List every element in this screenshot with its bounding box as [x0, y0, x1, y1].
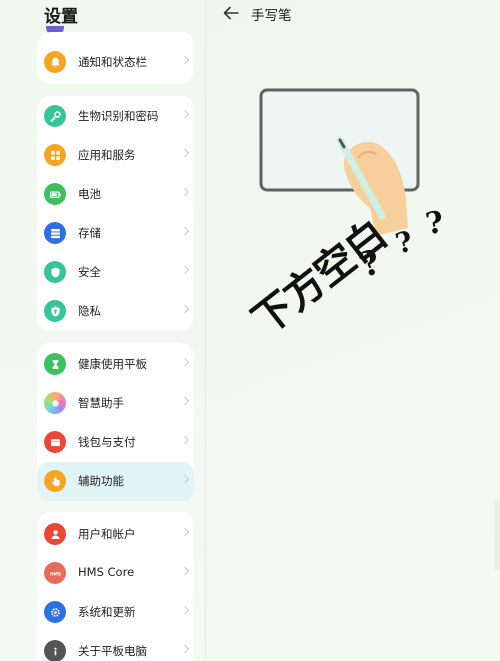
- chevron-right-icon: [180, 55, 190, 65]
- settings-item-storage[interactable]: 存储: [37, 214, 194, 253]
- settings-item-digital-balance[interactable]: 健康使用平板: [37, 345, 194, 384]
- settings-item-accessibility[interactable]: 辅助功能: [37, 462, 194, 501]
- pane-divider: [205, 0, 206, 661]
- item-label: 关于平板电脑: [78, 644, 147, 658]
- chevron-right-icon: [180, 527, 190, 537]
- item-label: 通知和状态栏: [78, 55, 147, 69]
- settings-item-battery[interactable]: 电池: [37, 175, 194, 214]
- settings-item-wallet[interactable]: 钱包与支付: [37, 423, 194, 462]
- chevron-right-icon: [180, 109, 190, 119]
- item-label: HMS Core: [78, 565, 135, 579]
- chevron-right-icon: [180, 304, 190, 314]
- settings-item-hms-core[interactable]: HMS HMS Core: [37, 554, 194, 593]
- chevron-right-icon: [180, 396, 190, 406]
- side-panel-handle[interactable]: [494, 500, 500, 570]
- settings-item-privacy[interactable]: 隐私: [37, 292, 194, 331]
- settings-item-notifications[interactable]: 通知和状态栏: [37, 43, 194, 82]
- item-label: 钱包与支付: [78, 435, 136, 449]
- chevron-right-icon: [180, 474, 190, 484]
- shield-icon: [44, 261, 66, 283]
- item-label: 系统和更新: [78, 605, 136, 619]
- wallet-icon: [44, 431, 66, 453]
- hms-icon: HMS: [44, 562, 66, 584]
- item-label: 安全: [78, 265, 101, 279]
- item-label: 应用和服务: [78, 148, 136, 162]
- chevron-right-icon: [180, 435, 190, 445]
- chevron-right-icon: [180, 226, 190, 236]
- settings-item-system-update[interactable]: 系统和更新: [37, 593, 194, 632]
- item-label: 隐私: [78, 304, 101, 318]
- settings-item-about[interactable]: 关于平板电脑: [37, 632, 194, 661]
- apps-grid-icon: [44, 144, 66, 166]
- key-icon: [44, 105, 66, 127]
- item-label: 智慧助手: [78, 396, 124, 410]
- chevron-right-icon: [180, 357, 190, 367]
- settings-item-apps[interactable]: 应用和服务: [37, 136, 194, 175]
- storage-icon: [44, 222, 66, 244]
- chevron-right-icon: [180, 148, 190, 158]
- svg-text:HMS: HMS: [50, 571, 61, 576]
- chevron-right-icon: [180, 566, 190, 576]
- chevron-right-icon: [180, 644, 190, 654]
- hourglass-icon: [44, 353, 66, 375]
- chevron-right-icon: [180, 187, 190, 197]
- detail-title: 手写笔: [251, 8, 292, 24]
- privacy-shield-icon: [44, 300, 66, 322]
- item-label: 用户和帐户: [78, 527, 136, 541]
- chevron-right-icon: [180, 265, 190, 275]
- item-label: 辅助功能: [78, 474, 124, 488]
- hand-icon: [44, 470, 66, 492]
- chevron-right-icon: [180, 605, 190, 615]
- gear-icon: [44, 601, 66, 623]
- item-label: 电池: [78, 187, 101, 201]
- back-arrow-icon[interactable]: [222, 6, 240, 20]
- settings-item-biometrics[interactable]: 生物识别和密码: [37, 97, 194, 136]
- info-icon: [44, 640, 66, 661]
- settings-item-assistant[interactable]: 智慧助手: [37, 384, 194, 423]
- settings-item-security[interactable]: 安全: [37, 253, 194, 292]
- item-label: 健康使用平板: [78, 357, 147, 371]
- user-icon: [44, 523, 66, 545]
- settings-list-pane: 设置 通知和状态栏 生物识别和密码 应用和服务 电池 存储 安全 隐私 健康使用…: [0, 0, 205, 661]
- bell-icon: [44, 51, 66, 73]
- settings-title: 设置: [44, 7, 78, 27]
- battery-icon: [44, 183, 66, 205]
- assistant-icon: [44, 392, 66, 414]
- settings-item-users[interactable]: 用户和帐户: [37, 515, 194, 554]
- item-label: 存储: [78, 226, 101, 240]
- item-label: 生物识别和密码: [78, 109, 159, 123]
